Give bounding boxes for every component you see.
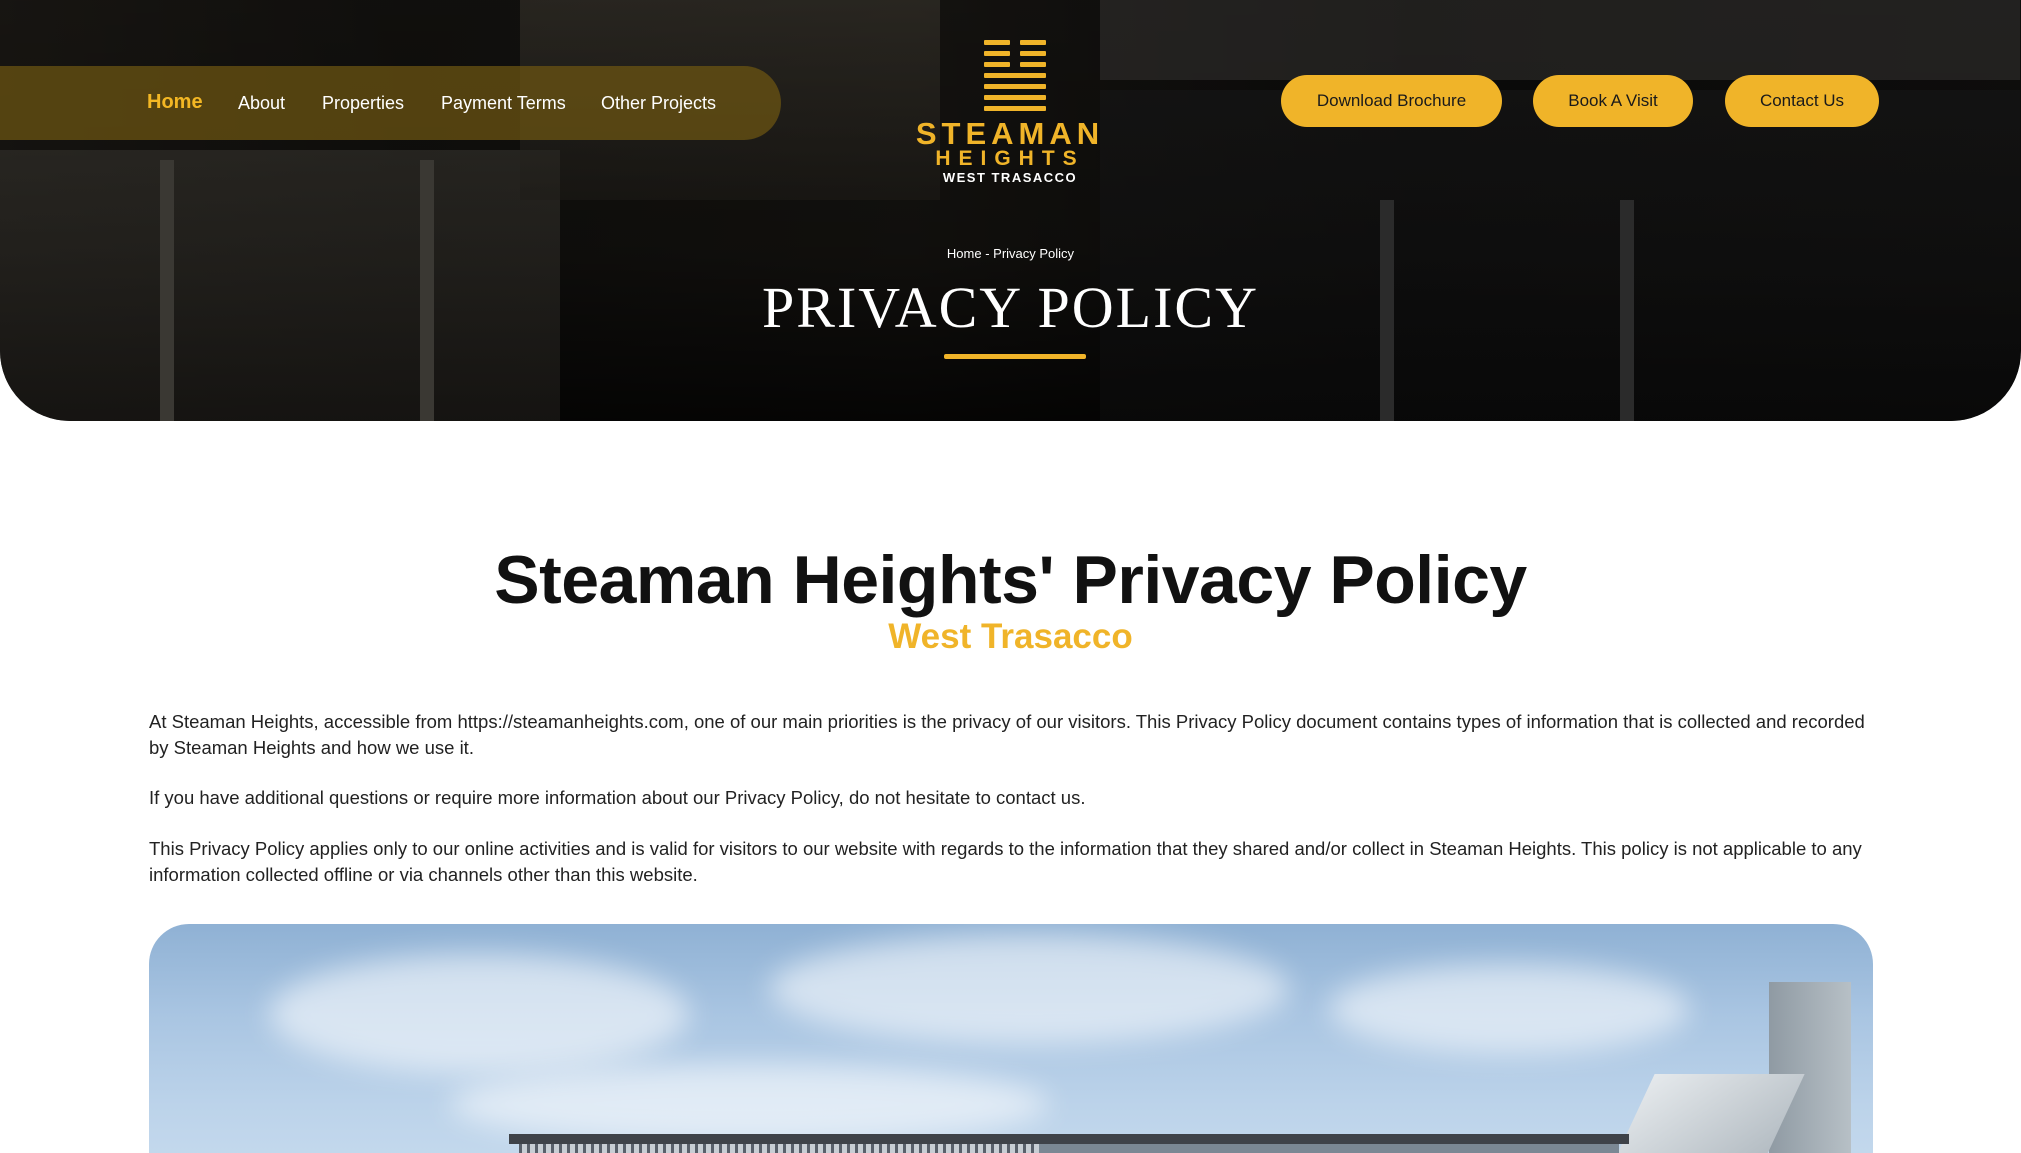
- breadcrumb[interactable]: Home - Privacy Policy: [0, 246, 2021, 261]
- hero-background-building: [1100, 0, 2020, 80]
- hero-banner: Home About Properties Payment Terms Othe…: [0, 0, 2021, 421]
- nav-item-home[interactable]: Home: [147, 91, 203, 113]
- steaman-heights-logo-icon: [970, 36, 1054, 116]
- page-title: PRIVACY POLICY: [762, 275, 1259, 340]
- nav-item-other-projects[interactable]: Other Projects: [601, 92, 716, 114]
- logo-location: WEST TRASACCO: [942, 170, 1078, 185]
- download-brochure-button[interactable]: Download Brochure: [1281, 75, 1502, 127]
- building-glass: [1039, 1144, 1619, 1153]
- policy-paragraph: If you have additional questions or requ…: [149, 787, 1086, 808]
- policy-subheading: West Trasacco: [888, 617, 1133, 656]
- policy-paragraph: This Privacy Policy applies only to our …: [149, 838, 1862, 885]
- policy-heading: Steaman Heights' Privacy Policy: [494, 542, 1527, 618]
- nav-item-about[interactable]: About: [238, 92, 285, 114]
- policy-paragraph: At Steaman Heights, accessible from http…: [149, 711, 1865, 758]
- contact-us-button[interactable]: Contact Us: [1725, 75, 1879, 127]
- nav-item-payment-terms[interactable]: Payment Terms: [441, 92, 566, 114]
- building-facade: [519, 1144, 1039, 1153]
- nav-item-properties[interactable]: Properties: [322, 92, 404, 114]
- book-visit-button[interactable]: Book A Visit: [1533, 75, 1693, 127]
- building-tower: [1769, 982, 1851, 1153]
- building-photo: [149, 924, 1873, 1153]
- site-logo[interactable]: STEAMAN HEIGHTS WEST TRASACCO: [914, 36, 1106, 186]
- building-roof: [509, 1134, 1629, 1144]
- logo-subtitle: HEIGHTS: [935, 147, 1085, 170]
- title-divider: [944, 354, 1086, 359]
- logo-wordmark: STEAMAN: [915, 116, 1105, 151]
